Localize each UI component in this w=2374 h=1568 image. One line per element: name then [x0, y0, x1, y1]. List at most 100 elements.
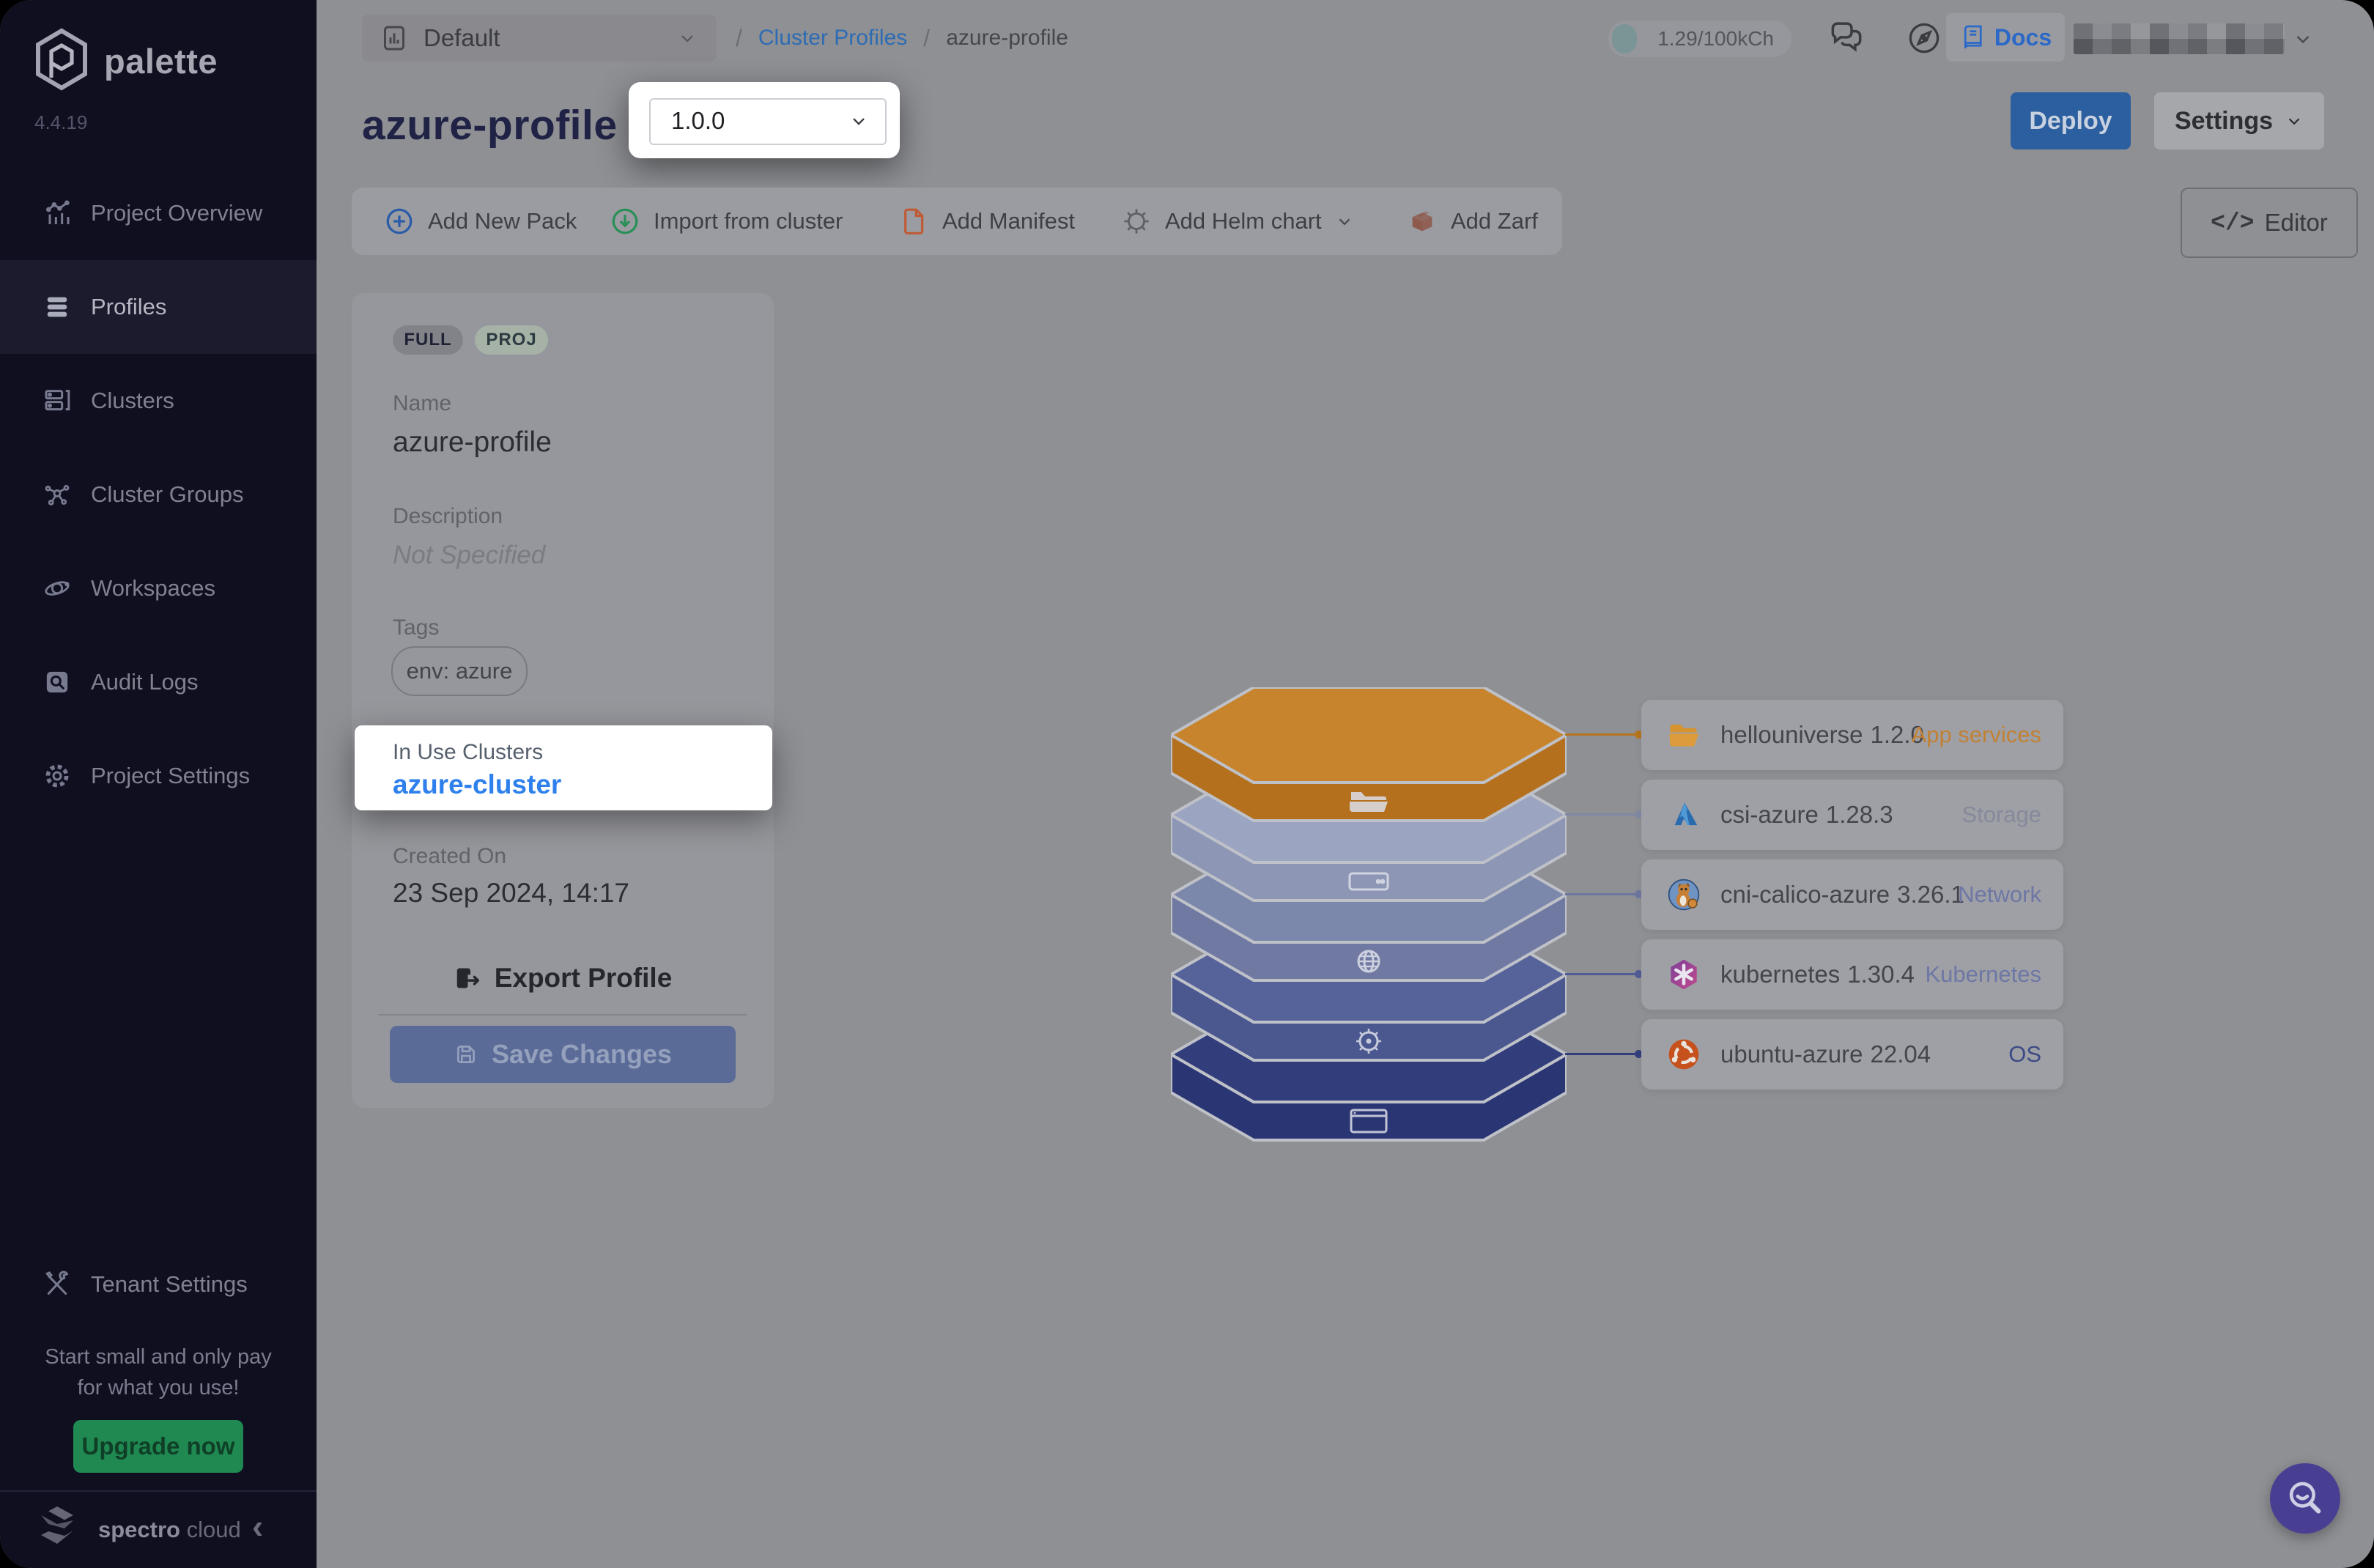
save-changes-button[interactable]: Save Changes — [390, 1026, 736, 1083]
import-circle-icon — [610, 206, 640, 237]
search-fab-icon — [2284, 1477, 2326, 1520]
profile-toolbar: Add New Pack Import from cluster Add Man… — [352, 188, 1562, 255]
connector-network — [1565, 893, 1640, 895]
badge-full: FULL — [393, 325, 463, 355]
in-use-clusters-spotlight: In Use Clusters azure-cluster — [355, 725, 772, 810]
import-from-cluster-button[interactable]: Import from cluster — [610, 188, 843, 255]
pack-row-hellouniverse[interactable]: hellouniverse1.2.0 App services — [1641, 700, 2063, 770]
ubuntu-icon — [1666, 1037, 1701, 1072]
plus-circle-icon — [384, 206, 415, 237]
docs-button[interactable]: Docs — [1946, 13, 2065, 62]
usage-quota-pill: 1.29/100kCh — [1608, 21, 1791, 57]
screenshot-root: palette 4.4.19 Project Overview Profiles — [0, 0, 2374, 1568]
orbit-icon — [41, 572, 73, 604]
user-chevron-down-icon[interactable] — [2292, 28, 2314, 50]
azure-icon — [1666, 797, 1701, 832]
add-manifest-button[interactable]: Add Manifest — [898, 188, 1075, 255]
upgrade-now-button[interactable]: Upgrade now — [73, 1420, 243, 1473]
export-profile-button[interactable]: Export Profile — [352, 954, 774, 1002]
connector-storage — [1565, 813, 1640, 816]
azure-cluster-link[interactable]: azure-cluster — [393, 769, 561, 800]
badge-proj: PROJ — [475, 325, 548, 355]
profile-layer-stack — [1171, 687, 1567, 1142]
pack-row-ubuntu-azure[interactable]: ubuntu-azure22.04 OS — [1641, 1019, 2063, 1090]
sidebar-item-profiles[interactable]: Profiles — [0, 260, 317, 354]
kubernetes-icon — [1666, 957, 1701, 992]
layers-icon — [41, 291, 73, 323]
sidebar-item-workspaces[interactable]: Workspaces — [0, 541, 317, 635]
name-label: Name — [393, 391, 451, 416]
add-new-pack-button[interactable]: Add New Pack — [384, 188, 577, 255]
chevron-down-icon — [848, 111, 869, 131]
chevron-down-icon — [677, 28, 698, 48]
card-divider — [378, 1014, 747, 1016]
chat-icon[interactable] — [1826, 18, 1867, 59]
upsell-text-line1: Start small and only pay — [0, 1345, 317, 1369]
audit-magnifier-icon — [41, 666, 73, 698]
pack-row-kubernetes[interactable]: kubernetes1.30.4 Kubernetes — [1641, 939, 2063, 1010]
upsell-text-line2: for what you use! — [0, 1376, 317, 1400]
tools-icon — [41, 1268, 73, 1301]
user-account-menu[interactable] — [2074, 23, 2285, 54]
connector-os — [1565, 1053, 1640, 1055]
created-on-value: 23 Sep 2024, 14:17 — [393, 878, 629, 909]
in-use-clusters-label: In Use Clusters — [393, 740, 543, 765]
chevron-down-icon — [1335, 212, 1354, 231]
manifest-file-icon — [898, 206, 929, 237]
code-icon: </> — [2211, 210, 2254, 237]
helm-face-icon — [1356, 1029, 1381, 1054]
zarf-package-icon — [1407, 206, 1438, 237]
add-helm-chart-button[interactable]: Add Helm chart — [1121, 188, 1354, 255]
stack-layer-app-services[interactable] — [1171, 687, 1567, 821]
nodes-icon — [41, 478, 73, 511]
breadcrumb: / Cluster Profiles / azure-profile — [736, 0, 1068, 76]
folder-icon — [1666, 717, 1701, 752]
connector-kubernetes — [1565, 973, 1640, 975]
save-icon — [454, 1042, 478, 1067]
help-search-fab[interactable] — [2270, 1463, 2340, 1534]
project-dashboard-icon — [380, 23, 409, 53]
palette-logo-icon — [32, 28, 91, 91]
editor-button[interactable]: </> Editor — [2181, 188, 2358, 258]
version-spotlight-card: 1.0.0 — [629, 82, 900, 158]
breadcrumb-cluster-profiles-link[interactable]: Cluster Profiles — [758, 26, 907, 51]
project-selector[interactable]: Default — [362, 15, 717, 62]
sidebar-item-clusters[interactable]: Clusters — [0, 354, 317, 448]
version-select[interactable]: 1.0.0 — [649, 98, 887, 145]
tags-label: Tags — [393, 615, 439, 640]
brand-name: palette — [104, 41, 218, 81]
sidebar-item-cluster-groups[interactable]: Cluster Groups — [0, 448, 317, 541]
deploy-button[interactable]: Deploy — [2011, 92, 2131, 149]
page-title: azure-profile — [362, 101, 618, 149]
sidebar: palette 4.4.19 Project Overview Profiles — [0, 0, 317, 1568]
pack-row-cni-calico-azure[interactable]: cni-calico-azure3.26.1 Network — [1641, 859, 2063, 930]
spectro-cloud-logo-icon — [34, 1504, 81, 1547]
export-icon — [454, 964, 481, 992]
sidebar-item-project-settings[interactable]: Project Settings — [0, 729, 317, 823]
sidebar-item-tenant-settings[interactable]: Tenant Settings — [0, 1238, 317, 1331]
description-value: Not Specified — [393, 541, 545, 570]
add-zarf-button[interactable]: Add Zarf — [1407, 188, 1538, 255]
app-version: 4.4.19 — [34, 111, 87, 134]
description-label: Description — [393, 504, 503, 529]
footer-brand: spectro cloud — [98, 1517, 241, 1543]
helm-icon — [1121, 206, 1152, 237]
created-on-label: Created On — [393, 844, 506, 869]
sidebar-item-audit-logs[interactable]: Audit Logs — [0, 635, 317, 729]
sidebar-collapse-icon[interactable]: ‹ — [252, 1506, 263, 1546]
connector-app-services — [1565, 733, 1640, 736]
server-icon — [41, 385, 73, 417]
sidebar-item-project-overview[interactable]: Project Overview — [0, 166, 317, 260]
chevron-down-icon — [2285, 111, 2304, 130]
calico-icon — [1666, 877, 1701, 912]
profile-info-card: FULL PROJ Name azure-profile Description… — [352, 293, 774, 1108]
compass-icon[interactable] — [1905, 19, 1943, 57]
sidebar-footer-divider — [0, 1490, 317, 1492]
name-value: azure-profile — [393, 426, 552, 459]
pack-row-csi-azure[interactable]: csi-azure1.28.3 Storage — [1641, 780, 2063, 850]
bar-chart-icon — [41, 197, 73, 229]
settings-button[interactable]: Settings — [2154, 92, 2324, 149]
tag-env-azure: env: azure — [391, 646, 528, 696]
book-icon — [1959, 24, 1986, 51]
app-frame: palette 4.4.19 Project Overview Profiles — [0, 0, 2374, 1568]
